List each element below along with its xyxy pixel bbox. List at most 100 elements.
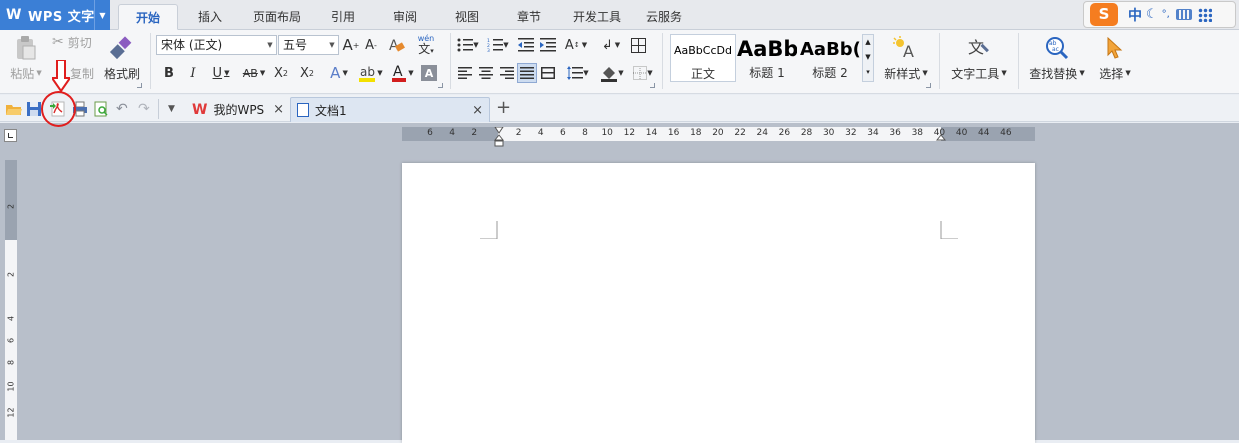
clear-format-icon[interactable]: A bbox=[386, 35, 406, 55]
grow-font-icon[interactable]: A + bbox=[342, 35, 360, 55]
ime-language[interactable]: 中 bbox=[1128, 5, 1142, 25]
close-icon[interactable]: × bbox=[472, 103, 483, 118]
shrink-font-icon[interactable]: A- bbox=[362, 35, 380, 55]
tab-page-layout[interactable]: 页面布局 bbox=[243, 4, 311, 30]
bold-icon[interactable]: B bbox=[160, 63, 178, 83]
distributed-align-icon[interactable] bbox=[540, 65, 556, 81]
line-spacing-icon[interactable]: ▼ bbox=[564, 63, 592, 83]
style-heading-1[interactable]: AaBb 标题 1 bbox=[737, 34, 797, 82]
table-border-icon[interactable] bbox=[629, 35, 647, 55]
format-painter-icon[interactable] bbox=[106, 34, 136, 62]
align-center-icon[interactable] bbox=[478, 65, 494, 81]
chevron-down-icon[interactable]: ▼ bbox=[94, 0, 110, 30]
subscript-icon[interactable]: X2 bbox=[298, 63, 316, 83]
moon-icon[interactable]: ☾ bbox=[1146, 7, 1158, 22]
font-dialog-launcher[interactable] bbox=[438, 83, 443, 88]
margin-corner-top-left bbox=[480, 221, 498, 239]
character-shading-icon[interactable]: A bbox=[421, 65, 437, 81]
italic-icon[interactable]: I bbox=[184, 63, 202, 83]
undo-icon[interactable]: ↶ bbox=[116, 101, 132, 117]
underline-icon[interactable]: U ▼ bbox=[206, 63, 236, 83]
style-heading-2[interactable]: AaBb( 标题 2 bbox=[800, 34, 860, 82]
select-button[interactable]: 选择 ▼ bbox=[1093, 64, 1137, 82]
ruler-tick-label: 10 bbox=[601, 128, 613, 138]
clipboard-dialog-launcher[interactable] bbox=[137, 83, 142, 88]
customize-quick-access-icon[interactable]: ▼ bbox=[168, 101, 184, 117]
tab-cloud[interactable]: 云服务 bbox=[637, 4, 691, 30]
doc-tab-my-wps[interactable]: W 我的WPS × bbox=[188, 97, 288, 122]
font-color-icon[interactable]: A ▼ bbox=[388, 63, 416, 83]
sogou-ime-icon[interactable]: S bbox=[1090, 3, 1118, 26]
borders-icon[interactable]: ▼ bbox=[630, 63, 656, 83]
cursor-arrow-icon[interactable] bbox=[1104, 35, 1126, 61]
scroll-up-icon[interactable]: ▲ bbox=[863, 35, 873, 50]
ruler-tick-label: 30 bbox=[822, 128, 835, 138]
font-size-combo[interactable]: 五号 ▼ bbox=[278, 35, 339, 55]
svg-text:A: A bbox=[903, 42, 914, 60]
tab-review[interactable]: 审阅 bbox=[382, 4, 428, 30]
chevron-down-icon[interactable]: ▼ bbox=[264, 36, 276, 54]
style-normal[interactable]: AaBbCcDd 正文 bbox=[670, 34, 736, 82]
divider bbox=[150, 33, 151, 89]
new-style-icon[interactable]: A bbox=[888, 35, 922, 61]
new-tab-icon[interactable]: + bbox=[496, 98, 511, 118]
document-page[interactable] bbox=[402, 163, 1035, 443]
strikethrough-icon[interactable]: AB ▼ bbox=[239, 63, 269, 83]
paste-icon[interactable] bbox=[12, 34, 38, 62]
increase-indent-icon[interactable] bbox=[539, 35, 557, 55]
copy-label: 复制 bbox=[70, 66, 95, 81]
style-sample: AaBbCcDd bbox=[674, 43, 732, 57]
pinyin-guide-button[interactable]: wén 文▾ bbox=[411, 33, 441, 57]
chevron-down-icon[interactable]: ▼ bbox=[326, 36, 338, 54]
highlight-icon[interactable]: ab ▼ bbox=[356, 63, 384, 83]
app-menu-button[interactable]: W WPS 文字 ▼ bbox=[0, 0, 110, 30]
print-preview-icon[interactable] bbox=[93, 101, 109, 117]
indent-marker-icon[interactable] bbox=[494, 127, 504, 151]
tab-section[interactable]: 章节 bbox=[506, 4, 552, 30]
tab-home[interactable]: 开始 bbox=[118, 4, 178, 30]
scroll-down-icon[interactable]: ▼ bbox=[863, 50, 873, 65]
more-styles-icon[interactable]: ▾ bbox=[863, 65, 873, 80]
paragraph-shading-icon[interactable]: ▼ bbox=[598, 63, 626, 83]
find-replace-button[interactable]: 查找替换 ▼ bbox=[1026, 64, 1088, 82]
text-tools-button[interactable]: 文字工具 ▼ bbox=[946, 64, 1012, 82]
punctuation-icon[interactable]: °, bbox=[1162, 9, 1170, 20]
font-name-combo[interactable]: 宋体 (正文) ▼ bbox=[156, 35, 277, 55]
align-right-icon[interactable] bbox=[499, 65, 515, 81]
redo-icon[interactable]: ↷ bbox=[138, 101, 154, 117]
decrease-indent-icon[interactable] bbox=[517, 35, 535, 55]
justify-icon[interactable] bbox=[517, 63, 537, 83]
styles-scroll[interactable]: ▲ ▼ ▾ bbox=[862, 34, 874, 82]
align-left-icon[interactable] bbox=[457, 65, 473, 81]
format-painter-button[interactable]: 格式刷 bbox=[102, 64, 142, 82]
text-effect-icon[interactable]: A ▼ bbox=[326, 63, 352, 83]
bullets-icon[interactable]: ▼ bbox=[455, 35, 481, 55]
tab-view[interactable]: 视图 bbox=[444, 4, 490, 30]
numbering-icon[interactable]: 1 2 3 ▼ bbox=[484, 35, 512, 55]
right-indent-marker-icon[interactable] bbox=[936, 127, 946, 147]
styles-dialog-launcher[interactable] bbox=[926, 83, 931, 88]
divider bbox=[450, 33, 451, 89]
cut-button[interactable]: ✂ 剪切 bbox=[52, 33, 100, 51]
change-case-icon[interactable]: A ↕ ▼ bbox=[562, 35, 590, 55]
find-replace-icon[interactable]: ab ac bbox=[1043, 35, 1071, 61]
tab-developer[interactable]: 开发工具 bbox=[564, 4, 630, 30]
doc-tab-document1[interactable]: 文档1 × bbox=[290, 97, 490, 122]
new-style-button[interactable]: 新样式 ▼ bbox=[880, 64, 932, 82]
tab-stop-selector[interactable] bbox=[4, 129, 17, 142]
grid-menu-icon[interactable] bbox=[1197, 7, 1212, 22]
paragraph-mark-icon[interactable]: ↲ ▼ bbox=[597, 35, 625, 55]
keyboard-icon[interactable] bbox=[1175, 9, 1192, 20]
tab-references[interactable]: 引用 bbox=[320, 4, 366, 30]
tab-insert[interactable]: 插入 bbox=[183, 4, 237, 30]
svg-text:A: A bbox=[393, 64, 403, 80]
close-icon[interactable]: × bbox=[273, 102, 284, 117]
paragraph-dialog-launcher[interactable] bbox=[650, 83, 655, 88]
vertical-ruler[interactable]: 2 2 4 6 8 10 12 bbox=[5, 160, 17, 440]
horizontal-ruler[interactable]: 6 4 2 2 4 6 8 10 12 14 16 18 20 22 24 26 28 30 32 34 36 38 40 4… bbox=[402, 127, 1035, 147]
paste-button[interactable]: 粘贴 ▼ bbox=[6, 64, 46, 82]
text-tools-icon[interactable]: 文 bbox=[966, 35, 992, 61]
open-folder-icon[interactable] bbox=[6, 101, 22, 117]
save-icon[interactable] bbox=[26, 101, 42, 117]
superscript-icon[interactable]: X2 bbox=[272, 63, 290, 83]
